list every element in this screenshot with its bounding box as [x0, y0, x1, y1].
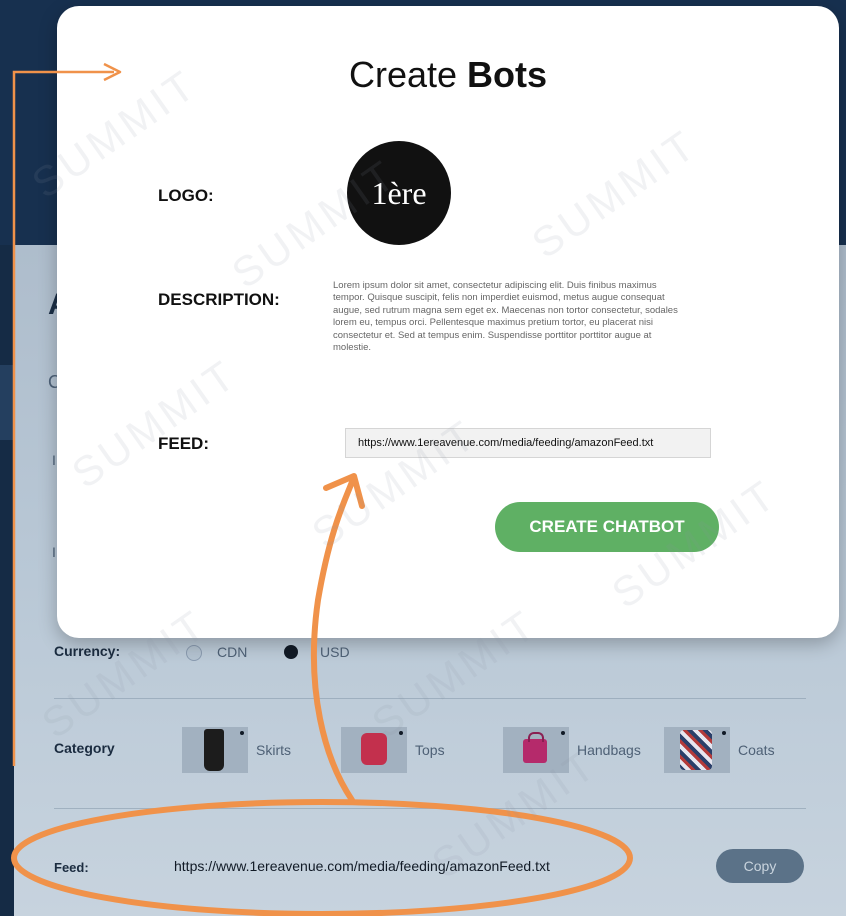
divider [54, 698, 806, 699]
divider [54, 808, 806, 809]
category-item-coats[interactable]: Coats [664, 727, 775, 773]
category-item-tops[interactable]: Tops [341, 727, 445, 773]
feed-url: https://www.1ereavenue.com/media/feeding… [174, 858, 550, 874]
category-label: Category [54, 740, 115, 756]
currency-cdn-label: CDN [217, 644, 248, 660]
currency-usd-label: USD [320, 644, 350, 660]
logo-text: 1ère [371, 175, 427, 211]
modal-title-bold: Bots [467, 54, 548, 95]
category-tops-label: Tops [415, 742, 445, 758]
handbag-thumbnail-icon [503, 727, 569, 773]
skirt-thumbnail-icon [182, 727, 248, 773]
currency-radio-usd[interactable] [284, 645, 298, 659]
background-label-i: I [52, 452, 56, 468]
category-item-handbags[interactable]: Handbags [503, 727, 641, 773]
description-text: Lorem ipsum dolor sit amet, consectetur … [333, 280, 678, 354]
create-bots-modal: Create Bots LOGO: 1ère DESCRIPTION: Lore… [57, 6, 839, 638]
left-bar-dark-top [0, 245, 14, 365]
create-chatbot-button[interactable]: CREATE CHATBOT [495, 502, 719, 552]
modal-title-normal: Create [348, 54, 468, 95]
left-bar-dark-bottom [0, 440, 14, 916]
logo-label: LOGO: [158, 186, 214, 205]
currency-radio-cdn[interactable] [186, 645, 202, 661]
category-coats-label: Coats [738, 742, 775, 758]
feed-input[interactable] [345, 428, 711, 458]
category-skirts-label: Skirts [256, 742, 291, 758]
category-handbags-label: Handbags [577, 742, 641, 758]
currency-label: Currency: [54, 643, 121, 659]
background-label-i2: I [52, 544, 56, 560]
brand-logo[interactable]: 1ère [347, 141, 451, 245]
top-thumbnail-icon [341, 727, 407, 773]
coat-thumbnail-icon [664, 727, 730, 773]
copy-button[interactable]: Copy [716, 849, 804, 883]
feed-label: Feed: [54, 860, 89, 875]
category-item-skirts[interactable]: Skirts [182, 727, 291, 773]
description-label: DESCRIPTION: [158, 290, 280, 309]
feed-label-modal: FEED: [158, 434, 209, 453]
modal-title: Create Bots [57, 54, 839, 96]
